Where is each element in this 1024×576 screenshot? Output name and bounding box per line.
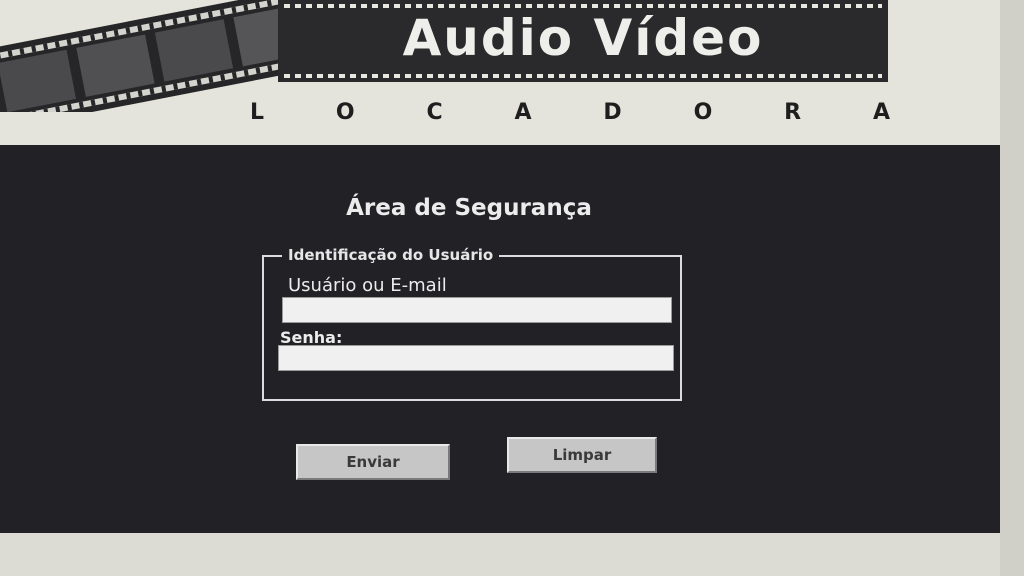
film-perforation-bottom [284,74,882,78]
subtitle-letter: O [693,100,713,125]
user-label: Usuário ou E-mail [288,275,447,296]
user-input[interactable] [282,297,672,323]
page-title: Área de Segurança [346,195,592,221]
user-identification-fieldset: Identificação do Usuário Usuário ou E-ma… [262,246,682,401]
subtitle-letter: O [335,100,355,125]
subtitle-letter: L [250,100,265,125]
subtitle-letter: A [872,100,890,125]
right-margin [1000,0,1024,576]
site-header: Audio Vídeo L O C A D O R A [0,0,1000,145]
logo-subtitle: L O C A D O R A [250,100,890,125]
logo-title: Audio Vídeo [402,9,764,67]
film-perforation-top [284,4,882,8]
send-button[interactable]: Enviar [296,444,450,480]
subtitle-letter: C [426,100,443,125]
film-strip-icon [0,0,310,112]
password-input[interactable] [278,345,674,371]
page-footer [0,533,1000,576]
subtitle-letter: R [784,100,802,125]
fieldset-legend: Identificação do Usuário [282,246,500,264]
clear-button[interactable]: Limpar [507,437,657,473]
login-panel: Área de Segurança Identificação do Usuár… [0,145,1000,533]
logo-banner: Audio Vídeo [278,0,888,82]
subtitle-letter: A [514,100,532,125]
subtitle-letter: D [603,100,622,125]
